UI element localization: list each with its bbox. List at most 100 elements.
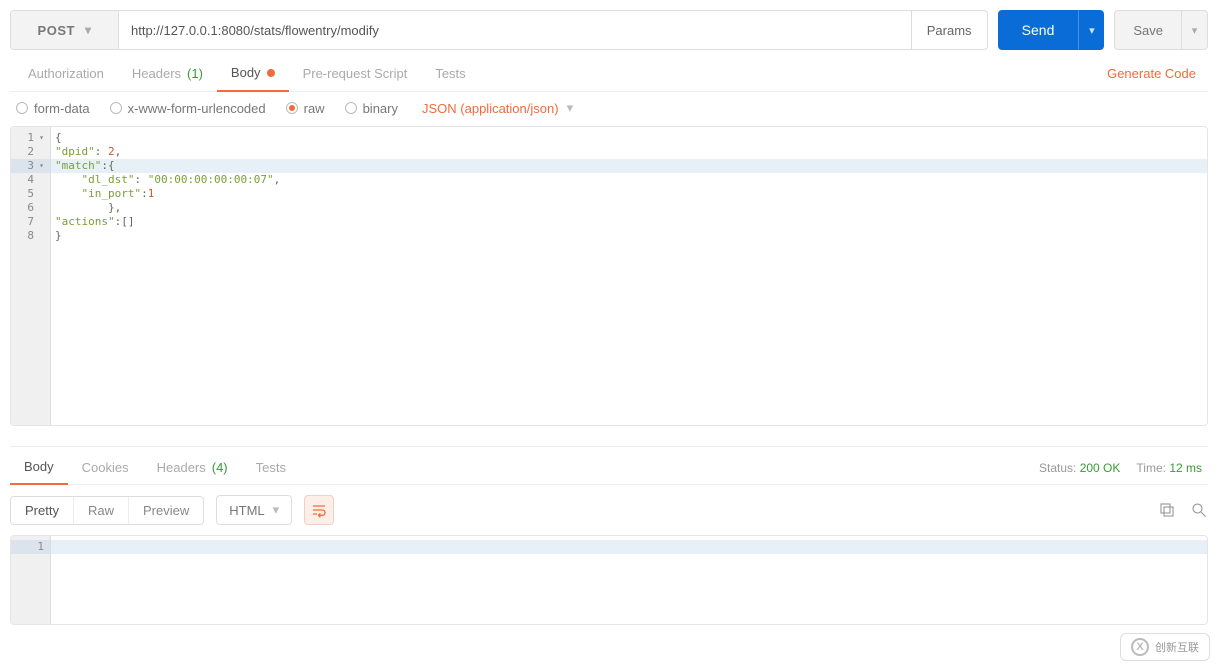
response-lang-select[interactable]: HTML ▾: [216, 495, 292, 525]
search-icon: [1190, 501, 1208, 519]
code-line[interactable]: "dpid": 2,: [55, 145, 1203, 159]
request-body-editor[interactable]: 1▾23▾45678 {"dpid": 2,"match":{ "dl_dst"…: [10, 126, 1208, 426]
tab-label: Authorization: [28, 66, 104, 81]
editor-gutter: 1▾23▾45678: [11, 127, 51, 425]
seg-label: Pretty: [25, 503, 59, 518]
view-raw[interactable]: Raw: [73, 497, 128, 524]
view-preview[interactable]: Preview: [128, 497, 203, 524]
editor-code[interactable]: {"dpid": 2,"match":{ "dl_dst": "00:00:00…: [51, 127, 1207, 425]
lang-label: HTML: [229, 503, 264, 518]
tab-prerequest[interactable]: Pre-request Script: [289, 56, 422, 92]
save-button[interactable]: Save: [1114, 10, 1182, 50]
code-line[interactable]: {: [55, 131, 1203, 145]
content-type-select[interactable]: JSON (application/json) ▾: [422, 100, 573, 116]
time-value: 12 ms: [1169, 461, 1202, 475]
send-dropdown[interactable]: ▾: [1078, 10, 1104, 50]
wrap-icon: [311, 502, 327, 518]
tab-label: Body: [24, 459, 54, 474]
fold-toggle-icon[interactable]: ▾: [36, 131, 44, 145]
generate-code-link[interactable]: Generate Code: [1107, 66, 1204, 81]
seg-label: Preview: [143, 503, 189, 518]
response-meta: Status: 200 OK Time: 12 ms: [1039, 461, 1208, 475]
resp-tab-headers[interactable]: Headers (4): [143, 451, 242, 485]
http-method-label: POST: [38, 23, 75, 38]
radio-xwww[interactable]: x-www-form-urlencoded: [110, 101, 266, 116]
save-label: Save: [1133, 23, 1163, 38]
line-number: 7: [11, 215, 44, 229]
wrap-lines-button[interactable]: [304, 495, 334, 525]
tab-headers[interactable]: Headers (1): [118, 56, 217, 92]
radio-icon: [16, 102, 28, 114]
save-dropdown[interactable]: ▾: [1182, 10, 1208, 50]
watermark-text: 创新互联: [1155, 639, 1199, 655]
line-number: 5: [11, 187, 44, 201]
generate-code-label: Generate Code: [1107, 66, 1196, 81]
send-button[interactable]: Send: [998, 10, 1079, 50]
chevron-down-icon: ▾: [1089, 24, 1095, 37]
radio-label: binary: [363, 101, 398, 116]
response-body-editor[interactable]: 1: [10, 535, 1208, 625]
resp-tab-cookies[interactable]: Cookies: [68, 451, 143, 485]
code-line[interactable]: "dl_dst": "00:00:00:00:00:07",: [55, 173, 1203, 187]
chevron-down-icon: ▾: [1192, 24, 1198, 37]
code-line[interactable]: },: [55, 201, 1203, 215]
tab-count: (1): [187, 66, 203, 81]
code-line[interactable]: "match":{: [55, 159, 1203, 173]
response-tabs: Body Cookies Headers (4) Tests Status: 2…: [10, 451, 1208, 485]
search-button[interactable]: [1190, 501, 1208, 519]
line-number: 8: [11, 229, 44, 243]
send-label: Send: [1022, 22, 1055, 38]
line-number: 3▾: [11, 159, 44, 173]
radio-label: form-data: [34, 101, 90, 116]
tab-label: Headers: [157, 460, 206, 475]
content-type-label: JSON (application/json): [422, 101, 559, 116]
radio-icon: [345, 102, 357, 114]
status-value: 200 OK: [1080, 461, 1121, 475]
tab-label: Pre-request Script: [303, 66, 408, 81]
copy-button[interactable]: [1158, 501, 1176, 519]
tab-authorization[interactable]: Authorization: [14, 56, 118, 92]
radio-formdata[interactable]: form-data: [16, 101, 90, 116]
resp-tab-tests[interactable]: Tests: [242, 451, 300, 485]
resp-tab-body[interactable]: Body: [10, 451, 68, 485]
params-label: Params: [927, 23, 972, 38]
line-number: 6: [11, 201, 44, 215]
seg-label: Raw: [88, 503, 114, 518]
editor-code[interactable]: [51, 536, 1207, 624]
tab-label: Body: [231, 65, 261, 80]
line-number: 1▾: [11, 131, 44, 145]
code-line[interactable]: "actions":[]: [55, 215, 1203, 229]
line-number: 1: [11, 540, 44, 554]
editor-gutter: 1: [11, 536, 51, 624]
tab-tests[interactable]: Tests: [421, 56, 479, 92]
code-line[interactable]: }: [55, 229, 1203, 243]
fold-toggle-icon[interactable]: ▾: [36, 159, 44, 173]
radio-raw[interactable]: raw: [286, 101, 325, 116]
tab-label: Tests: [435, 66, 465, 81]
view-mode-segment: Pretty Raw Preview: [10, 496, 204, 525]
url-input[interactable]: [119, 11, 911, 49]
tab-body[interactable]: Body: [217, 56, 289, 92]
copy-icon: [1158, 501, 1176, 519]
response-format-row: Pretty Raw Preview HTML ▾: [10, 485, 1208, 535]
http-method-select[interactable]: POST ▾: [11, 11, 119, 49]
request-tabs: Authorization Headers (1) Body Pre-reque…: [10, 56, 1208, 92]
tab-label: Cookies: [82, 460, 129, 475]
chevron-down-icon: ▾: [85, 23, 92, 37]
chevron-down-icon: ▾: [273, 502, 280, 518]
tab-count: (4): [212, 460, 228, 475]
radio-icon: [286, 102, 298, 114]
watermark: X 创新互联: [1120, 633, 1210, 661]
radio-label: raw: [304, 101, 325, 116]
view-pretty[interactable]: Pretty: [11, 497, 73, 524]
params-button[interactable]: Params: [911, 11, 987, 49]
radio-binary[interactable]: binary: [345, 101, 398, 116]
tab-label: Headers: [132, 66, 181, 81]
body-type-row: form-data x-www-form-urlencoded raw bina…: [10, 92, 1208, 126]
time-label: Time:: [1136, 461, 1166, 475]
status-label: Status:: [1039, 461, 1076, 475]
line-number: 2: [11, 145, 44, 159]
radio-icon: [110, 102, 122, 114]
code-line[interactable]: "in_port":1: [55, 187, 1203, 201]
watermark-logo-icon: X: [1131, 638, 1149, 656]
